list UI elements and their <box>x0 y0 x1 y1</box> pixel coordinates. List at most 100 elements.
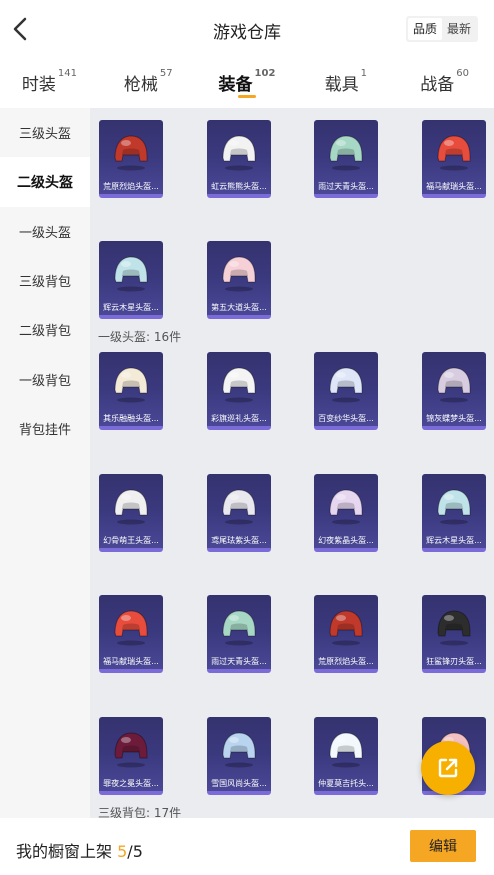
item-card-label: 鸢尾珐紫头盔... <box>211 536 267 545</box>
item-card[interactable]: 雨过天青头盔... <box>207 595 271 673</box>
helmet-icon <box>222 732 256 768</box>
item-card[interactable]: 雪国风尚头盔... <box>207 717 271 795</box>
item-card[interactable]: 荒原烈焰头盔... <box>314 595 378 673</box>
tab-label: 战备 <box>420 75 455 95</box>
item-card[interactable]: 狂鲨锋刃头盔... <box>422 595 486 673</box>
item-card-label: 荒原烈焰头盔... <box>318 657 374 666</box>
sort-toggle: 品质 最新 <box>405 16 478 42</box>
item-card[interactable]: 锦灰蝶梦头盔... <box>422 352 486 430</box>
sort-option-quality[interactable]: 品质 <box>407 18 442 40</box>
item-card-label: 辉云木星头盔... <box>103 303 159 312</box>
header: 游戏仓库 品质 最新 <box>0 0 494 58</box>
tab-label: 载具 <box>324 75 359 95</box>
sidebar: 三级头盔 二级头盔 一级头盔 三级背包 二级背包 一级背包 背包挂件 <box>0 108 90 818</box>
item-card-label: 雨过天青头盔... <box>318 182 374 191</box>
item-card[interactable]: 鸢尾珐紫头盔... <box>207 474 271 552</box>
item-card-label: 锦灰蝶梦头盔... <box>426 414 482 423</box>
section-label-level1-helmet: 一级头盔: 16件 <box>98 330 182 344</box>
helmet-icon <box>329 135 363 171</box>
tab-label: 时装 <box>21 75 56 95</box>
sidebar-item-level1-helmet[interactable]: 一级头盔 <box>0 207 90 256</box>
helmet-icon <box>222 489 256 525</box>
item-card[interactable]: 其乐融融头盔... <box>99 352 163 430</box>
helmet-icon <box>114 732 148 768</box>
section-label-level3-backpack: 三级背包: 17件 <box>98 806 182 818</box>
sidebar-item-level1-backpack[interactable]: 一级背包 <box>0 354 90 403</box>
showcase-status: 我的橱窗上架 5/5 <box>16 838 143 862</box>
helmet-icon <box>329 367 363 403</box>
item-card-label: 幻骨萌王头盔... <box>103 536 159 545</box>
item-card-label: 虹云熊熊头盔... <box>211 182 267 191</box>
helmet-icon <box>114 610 148 646</box>
tab-count: 57 <box>159 68 173 79</box>
item-card-label: 其乐融融头盔... <box>103 414 159 423</box>
tab-guns[interactable]: 枪械57 <box>99 58 198 106</box>
tab-count: 1 <box>360 68 367 79</box>
helmet-icon <box>222 256 256 292</box>
item-card[interactable]: 福马献瑞头盔... <box>99 595 163 673</box>
item-card-label: 第五大道头盔... <box>211 303 267 312</box>
helmet-icon <box>222 610 256 646</box>
item-card[interactable]: 幻骨萌王头盔... <box>99 474 163 552</box>
item-card-label: 彩旗巡礼头盔... <box>211 414 267 423</box>
item-card-label: 福马献瑞头盔... <box>426 182 482 191</box>
item-grid-area: 荒原烈焰头盔... 虹云熊熊头盔... 雨过天青头盔... 福马献瑞头盔... 辉云木星… <box>90 108 494 818</box>
sidebar-item-level3-helmet[interactable]: 三级头盔 <box>0 108 90 157</box>
item-card-label: 仲夏莫吉托头... <box>318 779 374 788</box>
tab-equipment[interactable]: 装备102 <box>198 58 297 106</box>
item-card[interactable]: 第五大道头盔... <box>207 241 271 319</box>
helmet-icon <box>114 489 148 525</box>
item-card-label: 幻夜紫晶头盔... <box>318 536 374 545</box>
item-card[interactable]: 百变纱华头盔... <box>314 352 378 430</box>
helmet-icon <box>329 489 363 525</box>
item-card-label: 辉云木星头盔... <box>426 536 482 545</box>
item-card[interactable]: 彩旗巡礼头盔... <box>207 352 271 430</box>
item-card[interactable]: 幻夜紫晶头盔... <box>314 474 378 552</box>
helmet-icon <box>114 367 148 403</box>
showcase-current-count: 5 <box>117 842 128 861</box>
sort-option-latest[interactable]: 最新 <box>442 18 476 40</box>
item-card-label: 狂鲨锋刃头盔... <box>426 657 482 666</box>
item-card-label: 罪夜之冕头盔... <box>103 779 159 788</box>
tab-count: 141 <box>57 68 77 79</box>
item-card[interactable]: 荒原烈焰头盔... <box>99 120 163 198</box>
share-external-icon <box>438 758 458 778</box>
helmet-icon <box>114 135 148 171</box>
helmet-icon <box>437 367 471 403</box>
category-tabs: 时装141 枪械57 装备102 载具1 战备60 <box>0 58 494 106</box>
helmet-icon <box>437 135 471 171</box>
helmet-icon <box>437 489 471 525</box>
share-button[interactable] <box>421 741 475 795</box>
tab-fashion[interactable]: 时装141 <box>0 58 99 106</box>
item-card[interactable]: 雨过天青头盔... <box>314 120 378 198</box>
sidebar-item-level3-backpack[interactable]: 三级背包 <box>0 256 90 305</box>
tab-label: 枪械 <box>123 75 158 95</box>
sidebar-item-backpack-charm[interactable]: 背包挂件 <box>0 404 90 453</box>
item-card-label: 雨过天青头盔... <box>211 657 267 666</box>
item-card-label: 荒原烈焰头盔... <box>103 182 159 191</box>
helmet-icon <box>437 610 471 646</box>
item-card[interactable]: 辉云木星头盔... <box>99 241 163 319</box>
item-card[interactable]: 福马献瑞头盔... <box>422 120 486 198</box>
item-card[interactable]: 仲夏莫吉托头... <box>314 717 378 795</box>
item-card[interactable]: 罪夜之冕头盔... <box>99 717 163 795</box>
showcase-label: 我的橱窗上架 <box>16 842 113 861</box>
sidebar-item-level2-helmet[interactable]: 二级头盔 <box>0 157 90 207</box>
helmet-icon <box>222 135 256 171</box>
tab-label: 装备 <box>218 75 253 95</box>
helmet-icon <box>329 610 363 646</box>
helmet-icon <box>329 732 363 768</box>
helmet-icon <box>222 367 256 403</box>
tab-supplies[interactable]: 战备60 <box>395 58 494 106</box>
tab-count: 102 <box>254 68 276 79</box>
showcase-total-count: /5 <box>127 842 143 861</box>
tab-count: 60 <box>456 68 469 79</box>
edit-button[interactable]: 编辑 <box>410 830 476 862</box>
item-card-label: 百变纱华头盔... <box>318 414 374 423</box>
item-card[interactable]: 辉云木星头盔... <box>422 474 486 552</box>
item-card[interactable]: 虹云熊熊头盔... <box>207 120 271 198</box>
sidebar-item-level2-backpack[interactable]: 二级背包 <box>0 305 90 354</box>
bottom-bar: 我的橱窗上架 5/5 编辑 <box>0 818 494 875</box>
tab-vehicles[interactable]: 载具1 <box>296 58 395 106</box>
item-card-label: 雪国风尚头盔... <box>211 779 267 788</box>
